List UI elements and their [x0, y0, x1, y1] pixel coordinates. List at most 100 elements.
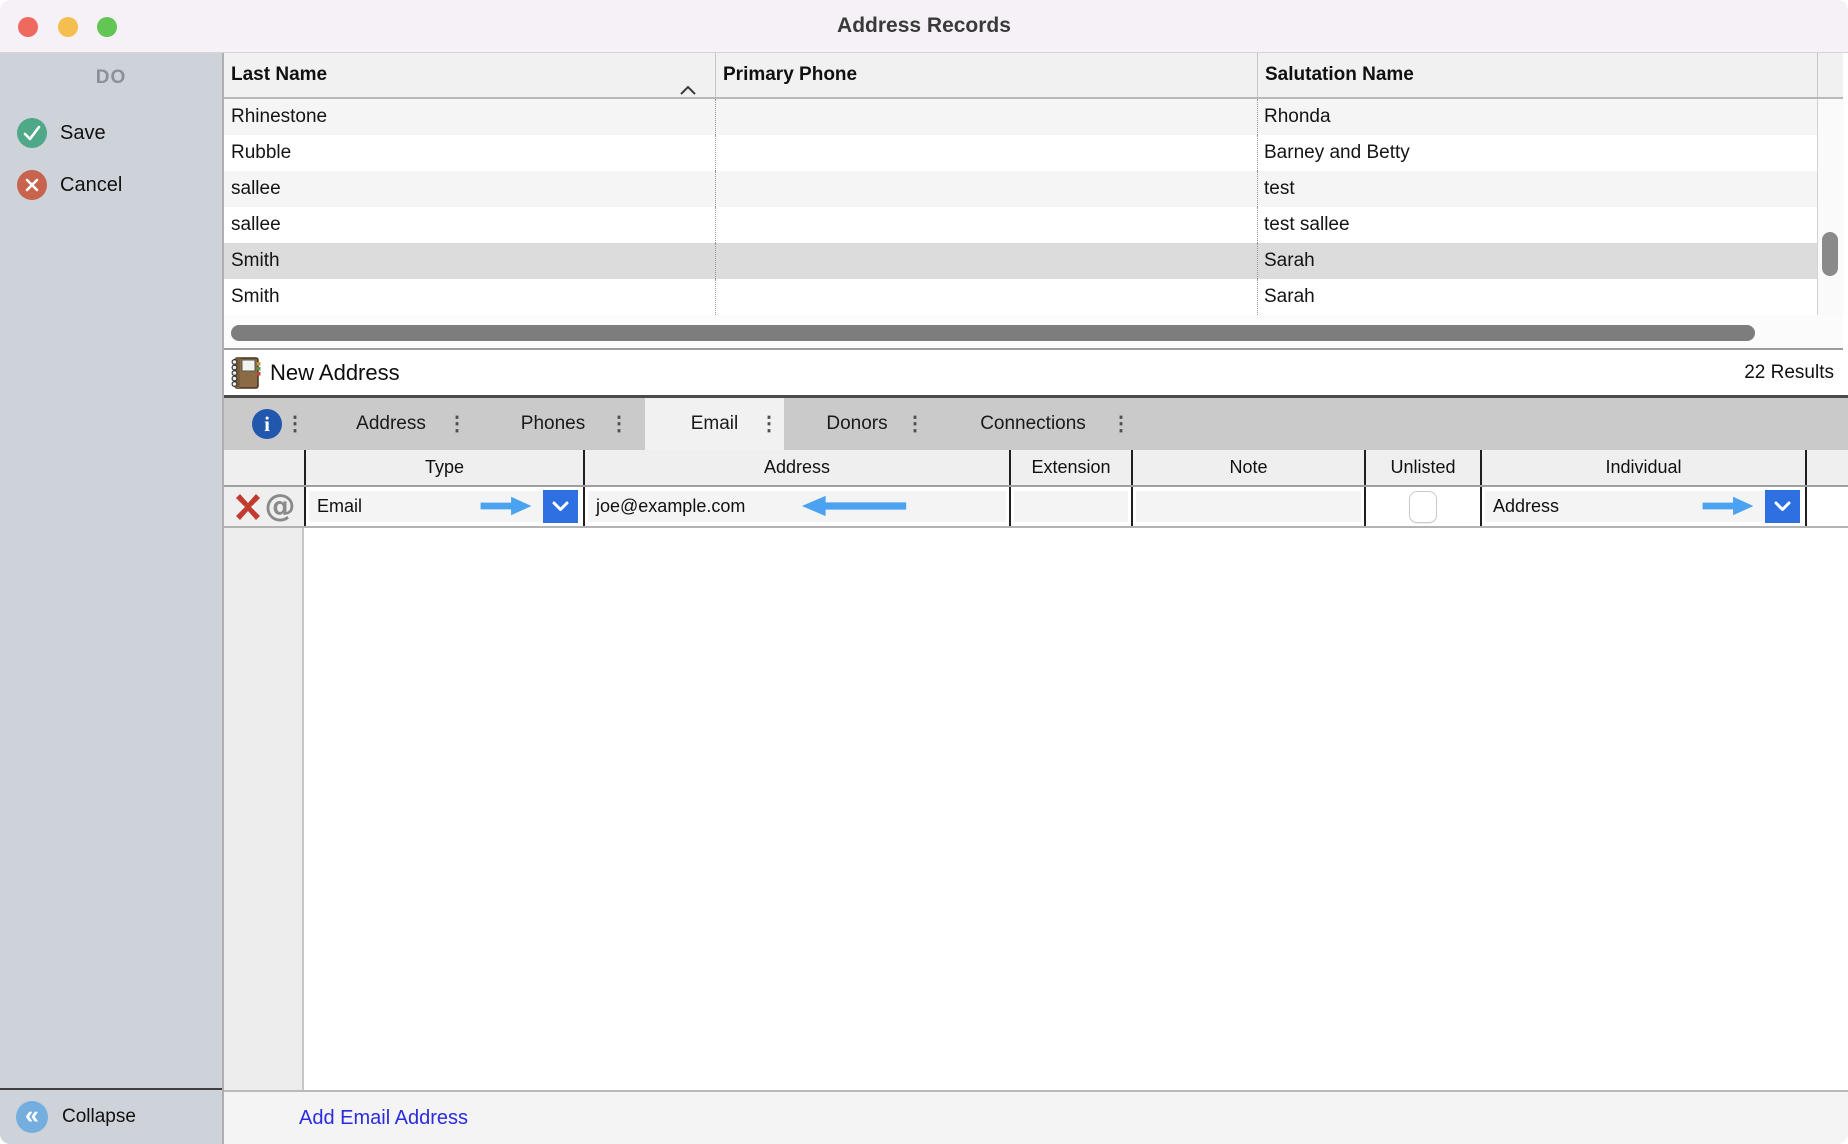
annotation-arrow-right-icon [477, 495, 535, 522]
type-dropdown-button[interactable] [543, 490, 578, 523]
tail-cell [1805, 487, 1848, 526]
cell-last-name: Smith [224, 279, 715, 315]
detail-header-individual: Individual [1480, 450, 1805, 485]
detail-header-unlisted: Unlisted [1364, 450, 1480, 485]
individual-dropdown-field[interactable]: Address [1485, 491, 1765, 522]
records-table-header: Last Name Primary Phone Salutation Name [224, 53, 1843, 99]
cell-last-name: Rhinestone [224, 99, 715, 135]
cell-salutation-name: Sarah [1257, 243, 1817, 279]
tab-separator-dots: ⋮ [905, 398, 925, 450]
window-title: Address Records [0, 0, 1848, 52]
detail-header-spacer [224, 450, 304, 485]
cell-salutation-name: Rhonda [1257, 99, 1817, 135]
tab-separator-dots: ⋮ [285, 398, 305, 450]
cell-last-name: Smith [224, 243, 715, 279]
info-icon: i [252, 409, 282, 439]
tab-separator-dots: ⋮ [447, 398, 467, 450]
cell-primary-phone [715, 135, 1257, 171]
horizontal-scrollbar-thumb[interactable] [231, 325, 1755, 341]
email-at-icon: @ [265, 487, 296, 526]
horizontal-scrollbar [224, 315, 1843, 350]
detail-tab-bar: i ⋮ Address ⋮ Phones ⋮ Email ⋮ Donors ⋮ … [224, 398, 1848, 450]
type-cell: Email [304, 487, 583, 526]
column-header-last-name[interactable]: Last Name [224, 53, 715, 97]
individual-dropdown-button[interactable] [1765, 490, 1800, 523]
tab-address[interactable]: Address ⋮ [310, 398, 472, 450]
collapse-button[interactable]: « Collapse [0, 1090, 222, 1144]
tab-separator-dots: ⋮ [1111, 398, 1131, 450]
tab-email-selected[interactable]: Email ⋮ [645, 398, 784, 450]
table-row[interactable]: sallee test [224, 171, 1817, 207]
note-input[interactable] [1136, 491, 1361, 522]
unlisted-checkbox[interactable] [1409, 491, 1437, 523]
cancel-button[interactable]: Cancel [0, 170, 222, 200]
cell-salutation-name: Barney and Betty [1257, 135, 1817, 171]
vertical-scrollbar [1817, 99, 1844, 315]
detail-footer: Add Email Address [224, 1090, 1848, 1144]
detail-table-body [224, 528, 1848, 1090]
note-cell [1131, 487, 1364, 526]
sidebar: DO Save Cancel « Collapse [0, 53, 224, 1144]
detail-header-address: Address [583, 450, 1009, 485]
individual-cell: Address [1480, 487, 1805, 526]
cell-last-name: sallee [224, 171, 715, 207]
detail-table-header: Type Address Extension Note Unlisted Ind… [224, 450, 1848, 487]
unlisted-cell [1364, 487, 1480, 526]
section-title: New Address [270, 350, 400, 395]
title-bar: Address Records [0, 0, 1848, 53]
collapse-button-label: Collapse [62, 1090, 136, 1144]
column-header-spacer [1817, 53, 1843, 97]
results-count: 22 Results [1744, 350, 1834, 395]
save-check-icon [17, 118, 47, 148]
tab-phones[interactable]: Phones ⋮ [472, 398, 634, 450]
collapse-chevrons-icon: « [16, 1101, 48, 1133]
annotation-arrow-left-icon [800, 494, 908, 522]
cell-primary-phone [715, 279, 1257, 315]
cell-primary-phone [715, 171, 1257, 207]
row-header-cell: @ [224, 487, 304, 526]
detail-header-type: Type [304, 450, 583, 485]
email-address-input[interactable]: joe@example.com [588, 491, 1006, 522]
tab-connections[interactable]: Connections ⋮ [930, 398, 1136, 450]
cell-primary-phone [715, 99, 1257, 135]
records-table: Rhinestone Rhonda Rubble Barney and Bett… [224, 99, 1817, 315]
table-row[interactable]: sallee test sallee [224, 207, 1817, 243]
address-book-icon [228, 355, 264, 391]
detail-header-tail [1805, 450, 1848, 485]
cell-last-name: sallee [224, 207, 715, 243]
cell-primary-phone [715, 243, 1257, 279]
detail-section-header: New Address 22 Results [224, 350, 1848, 398]
save-button-label: Save [60, 118, 106, 148]
cell-salutation-name: test [1257, 171, 1817, 207]
app-window: Address Records DO Save Cancel « Collaps… [0, 0, 1848, 1144]
address-cell: joe@example.com [583, 487, 1009, 526]
table-row[interactable]: Smith Sarah [224, 279, 1817, 315]
info-button[interactable]: i ⋮ [224, 398, 310, 450]
cancel-button-label: Cancel [60, 170, 122, 200]
email-record-row: @ Email joe@example.com [224, 487, 1848, 528]
column-header-salutation-name[interactable]: Salutation Name [1257, 53, 1817, 97]
annotation-arrow-right-icon [1699, 495, 1757, 522]
type-dropdown-field[interactable]: Email [309, 491, 543, 522]
cell-last-name: Rubble [224, 135, 715, 171]
detail-header-note: Note [1131, 450, 1364, 485]
delete-row-button[interactable] [233, 492, 263, 522]
extension-input[interactable] [1014, 491, 1128, 522]
tab-separator-dots: ⋮ [609, 398, 629, 450]
extension-cell [1009, 487, 1131, 526]
row-header-column [224, 528, 304, 1090]
cancel-x-icon [17, 170, 47, 200]
sidebar-header: DO [0, 67, 222, 89]
add-email-address-link[interactable]: Add Email Address [299, 1092, 468, 1144]
tab-separator-dots: ⋮ [759, 398, 779, 450]
vertical-scrollbar-thumb[interactable] [1822, 232, 1838, 276]
table-row-selected[interactable]: Smith Sarah [224, 243, 1817, 279]
detail-header-extension: Extension [1009, 450, 1131, 485]
table-row[interactable]: Rhinestone Rhonda [224, 99, 1817, 135]
tab-donors[interactable]: Donors ⋮ [784, 398, 930, 450]
cell-salutation-name: test sallee [1257, 207, 1817, 243]
save-button[interactable]: Save [0, 118, 222, 148]
table-row[interactable]: Rubble Barney and Betty [224, 135, 1817, 171]
cell-primary-phone [715, 207, 1257, 243]
column-header-primary-phone[interactable]: Primary Phone [715, 53, 1257, 97]
